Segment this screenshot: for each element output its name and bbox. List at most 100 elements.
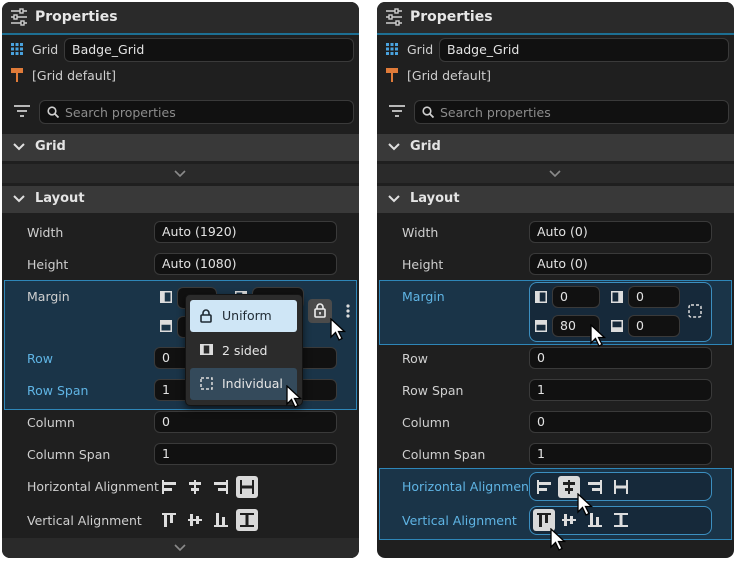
chevron-down-icon: [13, 195, 25, 203]
align-right-icon: [214, 480, 228, 494]
h-align-label: Horizontal Alignment: [27, 479, 159, 494]
align-bottom-icon: [214, 513, 228, 527]
row-label: Row: [402, 351, 428, 366]
cursor-icon: [550, 528, 566, 551]
row-input[interactable]: 0: [529, 347, 712, 369]
panel-title: Properties: [410, 9, 493, 25]
margin-bottom-input[interactable]: 0: [628, 315, 680, 337]
expand-bar[interactable]: [2, 538, 359, 558]
margin-left-icon: [535, 291, 547, 303]
width-input[interactable]: Auto (0): [529, 221, 712, 243]
width-label: Width: [402, 225, 439, 240]
align-stretch-button[interactable]: [610, 476, 632, 498]
chevron-down-icon: [388, 143, 400, 151]
individual-margin-icon[interactable]: [688, 304, 702, 318]
individual-margin-icon: [200, 377, 213, 390]
width-label: Width: [27, 225, 64, 240]
cursor-icon: [577, 493, 593, 516]
section-layout[interactable]: Layout: [2, 186, 359, 213]
filter-icon[interactable]: [389, 104, 405, 118]
column-span-label: Column Span: [27, 447, 111, 462]
menu-item-2-sided[interactable]: 2 sided: [190, 335, 297, 367]
align-top-icon: [162, 513, 176, 527]
chevron-down-icon: [174, 544, 186, 552]
align-left-button[interactable]: [533, 476, 555, 498]
margin-bottom-icon: [611, 320, 623, 332]
margin-right-icon: [611, 291, 623, 303]
column-input[interactable]: 0: [154, 411, 337, 433]
section-layout[interactable]: Layout: [377, 186, 734, 213]
menu-item-individual[interactable]: Individual: [190, 368, 297, 400]
element-name-input[interactable]: Badge_Grid: [64, 38, 354, 62]
brush-icon: [11, 68, 23, 82]
search-input[interactable]: Search properties: [414, 100, 729, 124]
element-type-label: Grid: [32, 42, 59, 57]
margin-mode-button[interactable]: [308, 299, 332, 323]
align-stretch-icon: [240, 480, 254, 494]
margin-right-input[interactable]: 0: [628, 286, 680, 308]
properties-panel-right: Properties Grid Badge_Grid [Grid default…: [377, 2, 734, 558]
align-middle-icon: [188, 514, 202, 526]
more-icon[interactable]: [346, 304, 350, 318]
element-type-label: Grid: [407, 42, 434, 57]
section-grid[interactable]: Grid: [2, 134, 359, 161]
v-align-label: Vertical Alignment: [27, 513, 142, 528]
row-label: Row: [27, 351, 53, 366]
section-title: Grid: [410, 139, 441, 154]
menu-item-uniform[interactable]: Uniform: [190, 300, 297, 332]
menu-item-label: 2 sided: [222, 343, 268, 358]
chevron-down-icon: [549, 170, 561, 178]
align-top-button[interactable]: [158, 509, 180, 531]
margin-top-icon: [535, 320, 547, 332]
search-placeholder: Search properties: [440, 105, 551, 120]
column-label: Column: [27, 415, 75, 430]
align-bottom-button[interactable]: [210, 509, 232, 531]
align-middle-button[interactable]: [184, 509, 206, 531]
column-span-label: Column Span: [402, 447, 486, 462]
brush-icon: [386, 68, 398, 82]
align-left-button[interactable]: [158, 476, 180, 498]
align-center-button[interactable]: [184, 476, 206, 498]
grid-icon: [11, 43, 23, 55]
align-right-button[interactable]: [210, 476, 232, 498]
column-input[interactable]: 0: [529, 411, 712, 433]
style-label: [Grid default]: [32, 68, 116, 83]
width-input[interactable]: Auto (1920): [154, 221, 337, 243]
column-label: Column: [402, 415, 450, 430]
align-stretch-button[interactable]: [236, 476, 258, 498]
align-left-icon: [162, 480, 176, 494]
align-vstretch-button[interactable]: [610, 509, 632, 531]
panel-header: Properties: [2, 2, 359, 35]
margin-label: Margin: [402, 289, 445, 304]
section-title: Grid: [35, 139, 66, 154]
margin-left-icon: [160, 291, 172, 303]
align-stretch-icon: [614, 513, 628, 527]
filter-icon[interactable]: [14, 104, 30, 118]
column-span-input[interactable]: 1: [154, 443, 337, 465]
align-stretch-icon: [240, 513, 254, 527]
chevron-down-icon: [13, 143, 25, 151]
section-grid[interactable]: Grid: [377, 134, 734, 161]
expand-bar[interactable]: [377, 164, 734, 183]
margin-left-input[interactable]: 0: [552, 286, 600, 308]
height-input[interactable]: Auto (0): [529, 253, 712, 275]
chevron-down-icon: [174, 170, 186, 178]
cursor-icon: [286, 385, 302, 408]
row-span-input[interactable]: 1: [529, 379, 712, 401]
lock-icon: [314, 303, 326, 318]
v-align-label: Vertical Alignment: [402, 513, 517, 528]
height-label: Height: [27, 257, 69, 272]
menu-item-label: Individual: [222, 376, 283, 391]
align-vstretch-button[interactable]: [236, 509, 258, 531]
expand-bar[interactable]: [2, 164, 359, 183]
lock-icon: [200, 309, 212, 323]
grid-icon: [386, 43, 398, 55]
search-placeholder: Search properties: [65, 105, 176, 120]
cursor-icon: [330, 318, 346, 341]
chevron-down-icon: [388, 195, 400, 203]
element-name-input[interactable]: Badge_Grid: [439, 38, 729, 62]
align-center-icon: [189, 480, 201, 494]
column-span-input[interactable]: 1: [529, 443, 712, 465]
height-input[interactable]: Auto (1080): [154, 253, 337, 275]
search-input[interactable]: Search properties: [39, 100, 354, 124]
